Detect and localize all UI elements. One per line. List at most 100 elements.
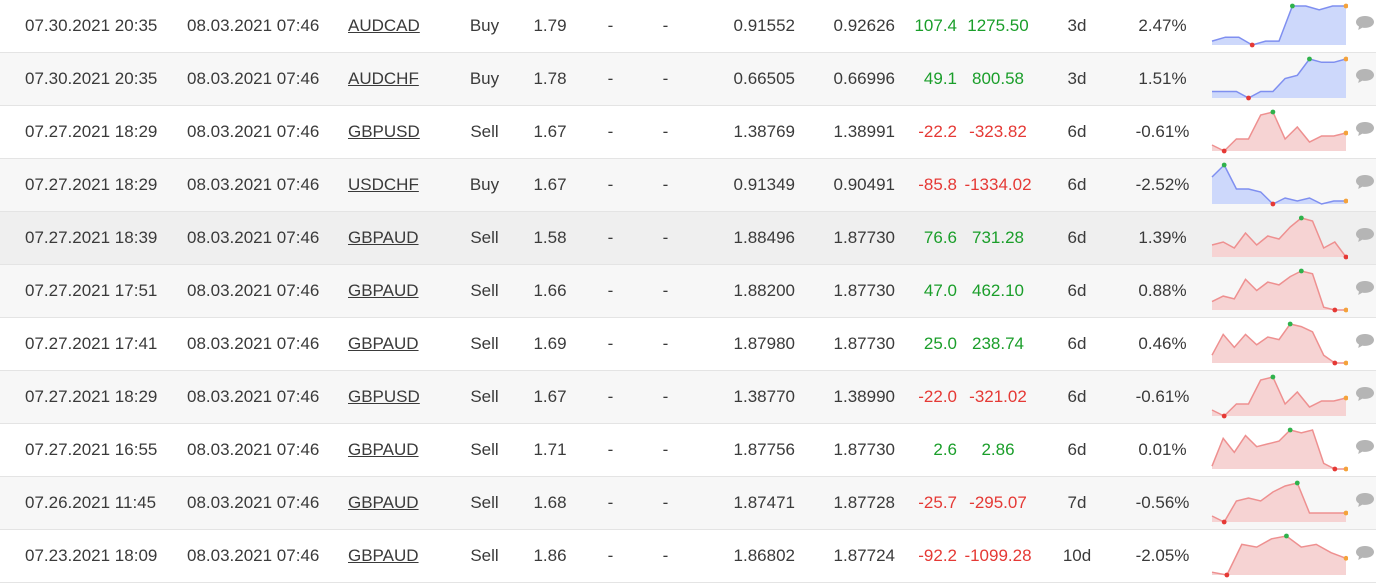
speech-bubble-glyph: [1355, 493, 1374, 507]
sparkline-max-marker: [1287, 321, 1293, 326]
sparkline-area: [1212, 270, 1346, 310]
speech-bubble-icon[interactable]: [1354, 173, 1376, 191]
trade-sparkline: [1210, 370, 1353, 424]
speech-bubble-icon[interactable]: [1354, 491, 1376, 509]
table-row[interactable]: 07.30.2021 20:35 08.03.2021 07:46 AUDCHF…: [0, 52, 1376, 106]
take-profit: -: [638, 211, 693, 265]
symbol-link[interactable]: GBPUSD: [348, 387, 420, 406]
speech-bubble-glyph: [1355, 228, 1374, 242]
take-profit: -: [638, 370, 693, 424]
sparkline-chart: [1211, 480, 1348, 524]
speech-bubble-icon[interactable]: [1354, 438, 1376, 456]
close-price: 1.38991: [795, 105, 895, 159]
speech-bubble-icon[interactable]: [1354, 14, 1376, 32]
close-price: 1.87724: [795, 529, 895, 583]
open-time: 07.27.2021 18:39: [0, 211, 187, 265]
gain: -0.61%: [1115, 105, 1210, 159]
speech-bubble-icon[interactable]: [1354, 385, 1376, 403]
sparkline-area: [1212, 535, 1346, 575]
take-profit: -: [638, 264, 693, 318]
open-price: 1.87980: [693, 317, 795, 371]
lots: 1.71: [517, 423, 583, 477]
symbol-link[interactable]: AUDCAD: [348, 16, 420, 35]
pips: 25.0: [895, 317, 957, 371]
trade-type: Sell: [452, 423, 517, 477]
profit: 731.28: [957, 211, 1039, 265]
pips: -22.2: [895, 105, 957, 159]
sparkline-chart: [1211, 215, 1348, 259]
sparkline-last-marker: [1343, 360, 1348, 365]
close-price: 1.38990: [795, 370, 895, 424]
lots: 1.58: [517, 211, 583, 265]
sparkline-max-marker: [1270, 374, 1276, 379]
table-row[interactable]: 07.27.2021 17:41 08.03.2021 07:46 GBPAUD…: [0, 317, 1376, 371]
speech-bubble-icon[interactable]: [1354, 544, 1376, 562]
sparkline-area: [1212, 164, 1346, 204]
speech-bubble-icon[interactable]: [1354, 120, 1376, 138]
gain: 0.46%: [1115, 317, 1210, 371]
take-profit: -: [638, 529, 693, 583]
sparkline-last-marker: [1343, 466, 1348, 471]
symbol-link[interactable]: GBPAUD: [348, 334, 419, 353]
duration: 10d: [1039, 529, 1115, 583]
sparkline-chart: [1212, 56, 1348, 100]
close-price: 1.87728: [795, 476, 895, 530]
symbol-link[interactable]: GBPAUD: [348, 546, 419, 565]
sparkline-area: [1212, 376, 1346, 416]
trade-sparkline: [1210, 423, 1353, 477]
pips: -25.7: [895, 476, 957, 530]
sparkline-chart: [1211, 427, 1348, 471]
stop-loss: -: [583, 529, 638, 583]
take-profit: -: [638, 317, 693, 371]
lots: 1.67: [517, 370, 583, 424]
close-price: 1.87730: [795, 317, 895, 371]
table-row[interactable]: 07.30.2021 20:35 08.03.2021 07:46 AUDCAD…: [0, 0, 1376, 53]
speech-bubble-glyph: [1355, 122, 1374, 136]
lots: 1.67: [517, 105, 583, 159]
pips: 49.1: [895, 52, 957, 106]
trade-type: Sell: [452, 264, 517, 318]
gain: 1.51%: [1115, 52, 1210, 106]
stop-loss: -: [583, 370, 638, 424]
table-row[interactable]: 07.27.2021 18:29 08.03.2021 07:46 USDCHF…: [0, 158, 1376, 212]
profit: 800.58: [957, 52, 1039, 106]
stop-loss: -: [583, 264, 638, 318]
lots: 1.86: [517, 529, 583, 583]
pips: -85.8: [895, 158, 957, 212]
table-row[interactable]: 07.27.2021 18:29 08.03.2021 07:46 GBPUSD…: [0, 370, 1376, 424]
open-price: 1.87471: [693, 476, 795, 530]
table-row[interactable]: 07.23.2021 18:09 08.03.2021 07:46 GBPAUD…: [0, 529, 1376, 583]
trade-type: Sell: [452, 370, 517, 424]
table-row[interactable]: 07.27.2021 16:55 08.03.2021 07:46 GBPAUD…: [0, 423, 1376, 477]
symbol-link[interactable]: GBPAUD: [348, 281, 419, 300]
sparkline-min-marker: [1224, 572, 1230, 577]
symbol-link[interactable]: GBPAUD: [348, 228, 419, 247]
trade-sparkline: [1210, 158, 1353, 212]
profit: 238.74: [957, 317, 1039, 371]
sparkline-chart: [1211, 321, 1348, 365]
table-row[interactable]: 07.27.2021 17:51 08.03.2021 07:46 GBPAUD…: [0, 264, 1376, 318]
speech-bubble-icon[interactable]: [1354, 67, 1376, 85]
speech-bubble-icon[interactable]: [1354, 332, 1376, 350]
symbol-link[interactable]: GBPAUD: [348, 493, 419, 512]
take-profit: -: [638, 52, 693, 106]
symbol-link[interactable]: GBPAUD: [348, 440, 419, 459]
table-row[interactable]: 07.27.2021 18:39 08.03.2021 07:46 GBPAUD…: [0, 211, 1376, 265]
open-time: 07.27.2021 18:29: [0, 158, 187, 212]
open-price: 1.88496: [693, 211, 795, 265]
lots: 1.67: [517, 158, 583, 212]
open-time: 07.27.2021 16:55: [0, 423, 187, 477]
speech-bubble-icon[interactable]: [1354, 226, 1376, 244]
speech-bubble-glyph: [1355, 16, 1374, 31]
gain: 2.47%: [1115, 0, 1210, 53]
trade-sparkline: [1210, 317, 1353, 371]
symbol-link[interactable]: AUDCHF: [348, 69, 419, 88]
sparkline-min-marker: [1332, 307, 1338, 312]
speech-bubble-shape: [1355, 122, 1374, 136]
table-row[interactable]: 07.26.2021 11:45 08.03.2021 07:46 GBPAUD…: [0, 476, 1376, 530]
speech-bubble-icon[interactable]: [1354, 279, 1376, 297]
table-row[interactable]: 07.27.2021 18:29 08.03.2021 07:46 GBPUSD…: [0, 105, 1376, 159]
sparkline-min-marker: [1270, 201, 1276, 206]
symbol-link[interactable]: USDCHF: [348, 175, 419, 194]
symbol-link[interactable]: GBPUSD: [348, 122, 420, 141]
